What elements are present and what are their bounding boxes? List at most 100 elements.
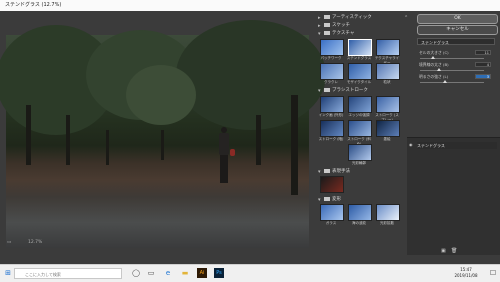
thumb-angled-strokes[interactable] <box>348 120 372 137</box>
edge-icon[interactable]: e <box>163 268 173 278</box>
filter-select[interactable]: ステンドグラス <box>417 38 495 45</box>
thumb-patchwork[interactable] <box>320 39 344 56</box>
tree-trunk <box>291 95 298 195</box>
thumb-label: 墨絵 <box>383 137 391 141</box>
tree-trunk <box>106 130 109 165</box>
cancel-button[interactable]: キャンセル <box>417 25 498 35</box>
folder-icon <box>324 23 330 27</box>
thumb-craquelure[interactable] <box>320 63 344 80</box>
folder-icon[interactable]: ▬ <box>180 268 190 278</box>
category-sketch[interactable]: ▸ スケッチ <box>316 22 402 29</box>
taskbar-clock[interactable]: 15:47 2019/11/08 <box>452 267 480 279</box>
thumb-label: 海の波紋 <box>352 221 366 225</box>
windows-start-icon[interactable]: ⊞ <box>3 268 13 278</box>
category-label: スケッチ <box>332 23 350 28</box>
category-artistic[interactable]: ▸ アーティスティック <box>316 14 402 21</box>
explorer-icon[interactable]: ▭ <box>146 268 156 278</box>
collapsed-arrow-icon: ▸ <box>318 23 321 29</box>
folder-icon <box>324 31 330 35</box>
new-layer-icon[interactable]: ▣ <box>441 248 446 254</box>
slider-track[interactable] <box>420 58 484 59</box>
thumb-glowing-edges[interactable] <box>348 144 372 161</box>
clock-date: 2019/11/08 <box>454 273 478 278</box>
expanded-arrow-icon: ▾ <box>318 88 321 94</box>
thumb-label: エッジの強調 <box>348 113 370 117</box>
thumb-glass[interactable] <box>320 204 344 221</box>
expanded-arrow-icon: ▾ <box>318 31 321 37</box>
slider-knob[interactable] <box>431 56 435 59</box>
photoshop-icon[interactable]: Ps <box>214 268 224 278</box>
thumb-accented-edges[interactable] <box>348 96 372 113</box>
thumb-label: ガラス <box>325 221 337 225</box>
category-label: アーティスティック <box>332 15 372 20</box>
thumb-dark-strokes[interactable] <box>320 120 344 137</box>
thumb-label: 光彩輪郭 <box>352 161 366 165</box>
category-label: 表現手法 <box>332 169 350 174</box>
thumb-texturizer[interactable] <box>376 39 400 56</box>
delete-layer-icon[interactable]: 🗑 <box>451 248 457 254</box>
thumb-label: 光彩拡散 <box>380 221 394 225</box>
tree-trunk <box>256 115 261 165</box>
category-distort[interactable]: ▾ 変形 <box>316 196 402 203</box>
category-label: 変形 <box>332 197 341 202</box>
collapse-gallery-button[interactable]: ⌃ <box>404 15 408 21</box>
person-figure <box>218 127 235 185</box>
expanded-arrow-icon: ▾ <box>318 169 321 175</box>
taskbar: ⊞ ここに入力して検索 ◯ ▭ e ▬ Ai Ps ☐ 15:47 2019/1… <box>0 264 500 282</box>
param-value-input[interactable]: 3 <box>475 74 491 79</box>
zoom-level[interactable]: 12.7% <box>28 240 42 245</box>
thumb-ink-outlines[interactable] <box>320 96 344 113</box>
tree-canopy <box>176 20 326 130</box>
thumb-sumi-e[interactable] <box>376 120 400 137</box>
thumb-mosaic-tiles[interactable] <box>348 63 372 80</box>
slider-track[interactable] <box>420 70 484 71</box>
thumb-stained-glass[interactable] <box>348 39 372 56</box>
thumb-diffuse-glow[interactable] <box>376 204 400 221</box>
tree-trunk <box>66 115 70 165</box>
filter-gallery: ▸ アーティスティック ▸ スケッチ ▾ テクスチャ パッチワーク ステンドグラ… <box>316 13 402 253</box>
notification-icon[interactable]: ☐ <box>488 268 498 278</box>
param-label: 境界線の太さ (B) <box>419 62 449 67</box>
window-title: ステンドグラス (12.7%) <box>5 2 62 8</box>
folder-icon <box>324 197 330 201</box>
effect-layer-item[interactable]: ステンドグラス <box>417 142 497 149</box>
tree-canopy <box>126 65 196 125</box>
zoom-minus-button[interactable]: ▭ <box>7 240 11 245</box>
effect-layer-panel: ◉ ステンドグラス ▣ 🗑 <box>407 137 500 255</box>
category-texture[interactable]: ▾ テクスチャ <box>316 30 402 37</box>
thumb-label: モザイクタイル <box>346 80 372 84</box>
collapsed-arrow-icon: ▸ <box>318 15 321 21</box>
folder-icon <box>324 169 330 173</box>
param-light-intensity: 明るさの強さ (L) 3 <box>417 74 497 86</box>
zoom-bar: ▭ 12.7% <box>6 238 309 248</box>
expanded-arrow-icon: ▾ <box>318 197 321 203</box>
folder-icon <box>324 15 330 19</box>
taskbar-search-input[interactable]: ここに入力して検索 <box>14 268 122 279</box>
thumb-ocean-ripple[interactable] <box>348 204 372 221</box>
thumb-label: インク画 (外形) <box>318 113 344 117</box>
task-view-icon[interactable]: ◯ <box>131 268 141 278</box>
slider-knob[interactable] <box>443 80 447 83</box>
preview-image <box>0 20 326 248</box>
preview-area[interactable] <box>0 20 326 248</box>
thumb-spatter[interactable] <box>376 96 400 113</box>
category-brush-strokes[interactable]: ▾ ブラシストローク <box>316 87 402 94</box>
thumb-label: パッチワーク <box>320 56 342 60</box>
eye-icon[interactable]: ◉ <box>409 142 413 147</box>
param-value-input[interactable]: 4 <box>475 62 491 67</box>
filter-gallery-dialog: ▭ 12.7% ▸ アーティスティック ▸ スケッチ ▾ テクスチャ パッチワー… <box>0 11 500 264</box>
param-border-thickness: 境界線の太さ (B) 4 <box>417 62 497 74</box>
thumb-stylize-preview[interactable] <box>320 176 344 193</box>
param-cell-size: セルの大きさ (C) 11 <box>417 50 497 62</box>
category-stylize[interactable]: ▾ 表現手法 <box>316 168 402 175</box>
thumb-label: 粒状 <box>383 80 391 84</box>
thumb-label: ストローク (暗) <box>318 137 344 141</box>
slider-knob[interactable] <box>437 68 441 71</box>
category-label: ブラシストローク <box>332 88 368 93</box>
thumb-label: クラクレ <box>324 80 338 84</box>
param-value-input[interactable]: 11 <box>475 50 491 55</box>
thumb-grain[interactable] <box>376 63 400 80</box>
illustrator-icon[interactable]: Ai <box>197 268 207 278</box>
ok-button[interactable]: OK <box>417 14 498 24</box>
slider-track[interactable] <box>420 82 484 83</box>
